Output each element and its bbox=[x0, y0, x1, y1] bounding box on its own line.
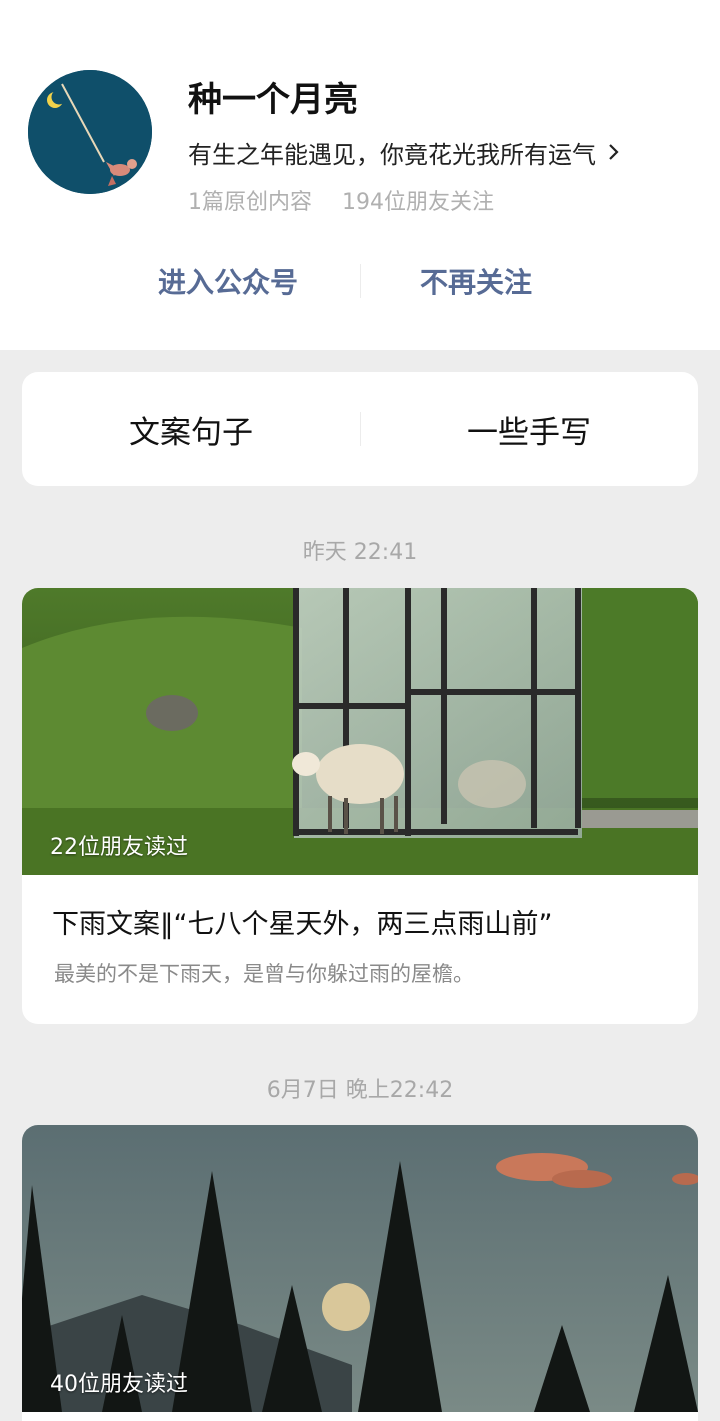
article-card[interactable]: 40位朋友读过 bbox=[22, 1125, 698, 1421]
article-title: 下雨文案‖“七八个星天外，两三点雨山前” bbox=[52, 909, 553, 940]
article-summary: 最美的不是下雨天，是曾与你躲过雨的屋檐。 bbox=[54, 962, 474, 986]
account-stats: 1篇原创内容 194位朋友关注 bbox=[188, 184, 494, 216]
menu-item-copywriting[interactable]: 文案句子 bbox=[22, 372, 360, 486]
account-profile-header: 种一个月亮 有生之年能遇见，你竟花光我所有运气 1篇原创内容 194位朋友关注 … bbox=[0, 0, 720, 350]
article-card[interactable]: 22位朋友读过 下雨文案‖“七八个星天外，两三点雨山前” 最美的不是下雨天，是曾… bbox=[22, 588, 698, 1024]
moon-fishing-avatar-icon bbox=[28, 70, 152, 194]
account-bio: 有生之年能遇见，你竟花光我所有运气 bbox=[188, 140, 596, 169]
article-timestamp: 6月7日 晚上22:42 bbox=[266, 1078, 454, 1103]
read-count: 40位朋友读过 bbox=[50, 1372, 188, 1397]
original-content-count: 1篇原创内容 bbox=[188, 190, 312, 215]
enter-account-button[interactable]: 进入公众号 bbox=[108, 250, 348, 312]
article-cover-image: 40位朋友读过 bbox=[22, 1125, 698, 1412]
profile-actions: 进入公众号 不再关注 bbox=[0, 250, 720, 312]
chevron-right-icon bbox=[609, 144, 619, 160]
read-count: 22位朋友读过 bbox=[50, 835, 188, 860]
account-name: 种一个月亮 bbox=[188, 80, 358, 120]
friends-following-count: 194位朋友关注 bbox=[342, 190, 494, 215]
article-timestamp: 昨天 22:41 bbox=[302, 540, 418, 565]
unfollow-button[interactable]: 不再关注 bbox=[356, 250, 596, 312]
account-bio-link[interactable]: 有生之年能遇见，你竟花光我所有运气 bbox=[188, 132, 622, 172]
menu-item-handwriting[interactable]: 一些手写 bbox=[360, 372, 698, 486]
account-menu: 文案句子 一些手写 bbox=[22, 372, 698, 486]
account-avatar[interactable] bbox=[28, 70, 152, 194]
article-cover-image: 22位朋友读过 bbox=[22, 588, 698, 875]
